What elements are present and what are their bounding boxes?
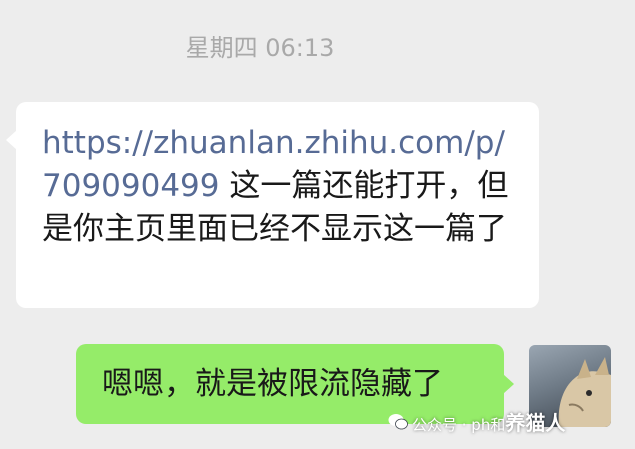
incoming-message-bubble[interactable]: https://zhuanlan.zhihu.com/p/709090499 这… <box>6 102 539 308</box>
watermark-name: 养猫人 <box>505 411 566 435</box>
message-timestamp: 星期四 06:13 <box>185 34 335 62</box>
incoming-message-text: https://zhuanlan.zhihu.com/p/709090499 这… <box>42 122 515 251</box>
watermark: 公众号 · ph和养猫人 <box>388 409 565 437</box>
outgoing-message-text: 嗯嗯，就是被限流隐藏了 <box>102 366 443 402</box>
wechat-official-account-icon <box>388 412 408 440</box>
watermark-prefix: 公众号 · ph和 <box>412 416 506 434</box>
